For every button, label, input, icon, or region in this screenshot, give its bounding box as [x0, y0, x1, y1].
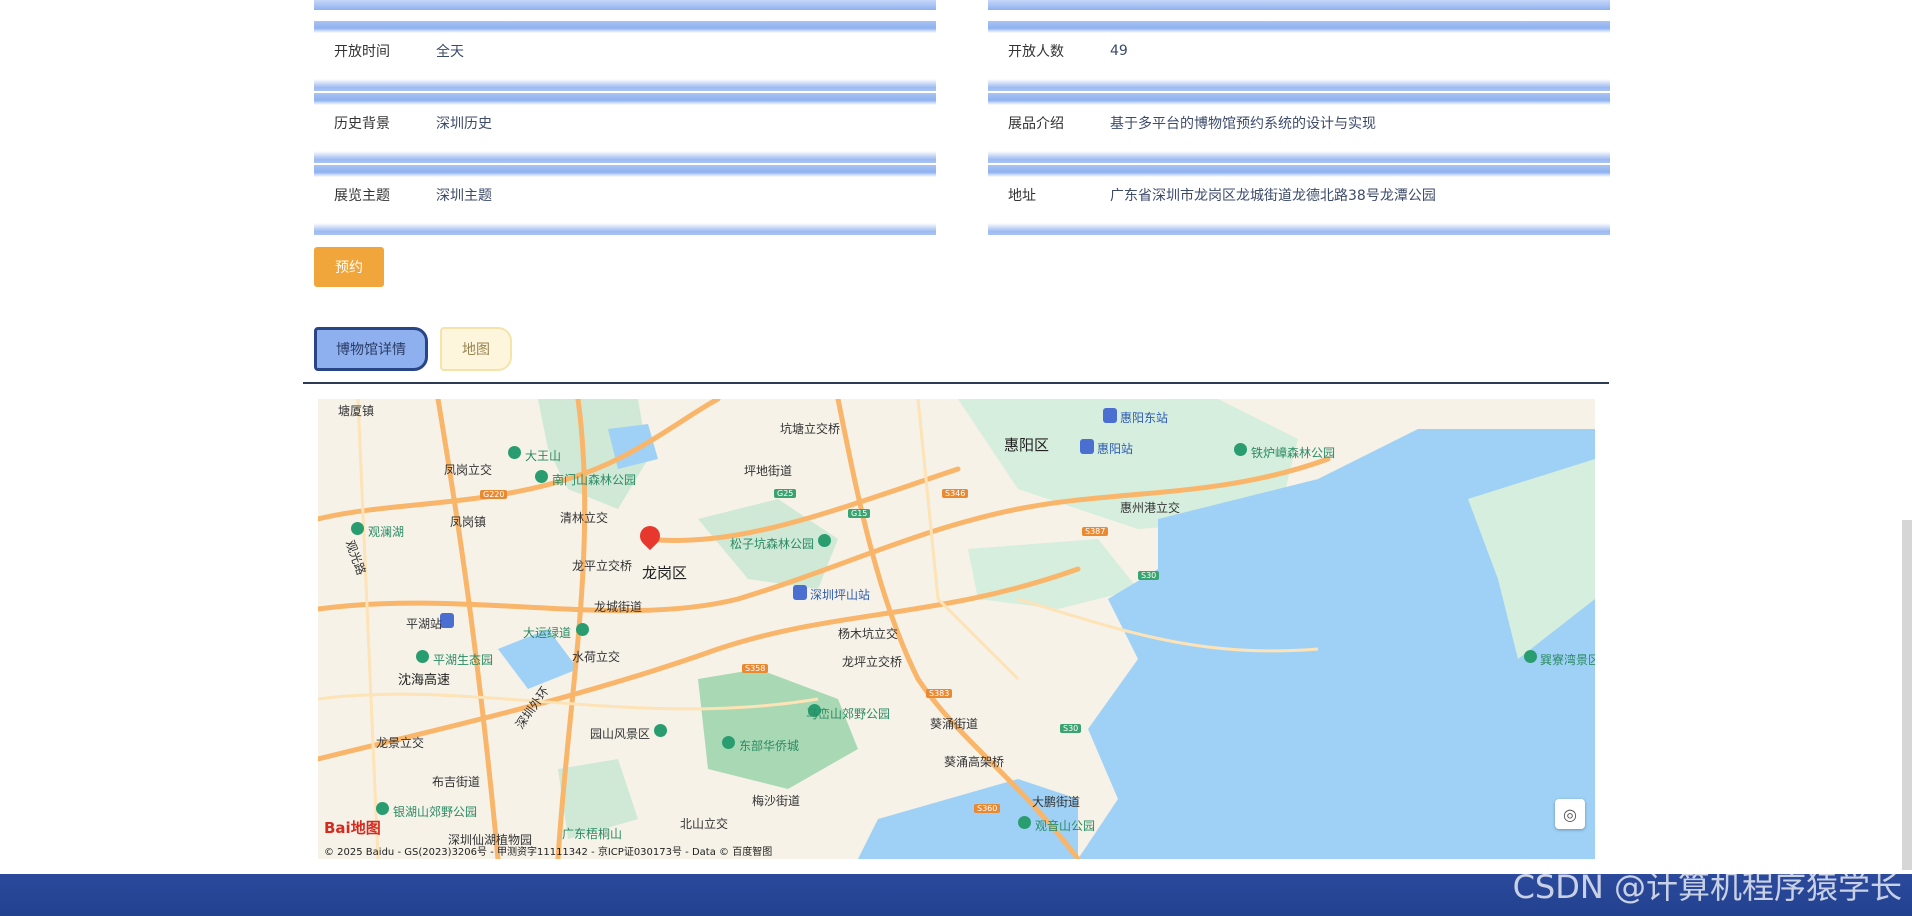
locate-icon[interactable]: ◎ [1555, 799, 1585, 829]
station-icon [1103, 408, 1117, 423]
map-place-label: 银湖山郊野公园 [393, 805, 478, 819]
poi-icon [535, 470, 548, 483]
map-place-label: 沈海高速 [398, 673, 451, 688]
road-badge: G15 [848, 509, 871, 518]
map-place-label: 坪地街道 [744, 464, 793, 478]
poi-icon [818, 534, 831, 547]
map-place-label: 松子坑森林公园 [730, 537, 815, 551]
detail-label: 开放人数 [1008, 44, 1064, 60]
detail-row-theme: 展览主题 深圳主题 [314, 165, 936, 235]
map-place-label: 大鹏街道 [1032, 795, 1081, 809]
map-place-label: 惠阳站 [1097, 442, 1134, 456]
detail-row-history: 历史背景 深圳历史 [314, 93, 936, 163]
scrollbar[interactable] [1902, 520, 1912, 870]
station-icon [440, 613, 454, 628]
detail-label: 展览主题 [334, 188, 390, 204]
map-place-label: 杨木坑立交 [838, 627, 899, 641]
road-badge: S346 [942, 489, 969, 498]
poi-icon [1234, 443, 1247, 456]
detail-row-address: 地址 广东省深圳市龙岗区龙城街道龙德北路38号龙潭公园 [988, 165, 1610, 235]
poi-icon [576, 623, 589, 636]
map-place-label: 龙坪立交桥 [842, 655, 903, 669]
map-place-label: 凤岗镇 [450, 515, 487, 529]
map-place-label: 大王山 [525, 449, 562, 463]
detail-value: 深圳主题 [436, 188, 492, 204]
map-place-label: 马峦山郊野公园 [806, 707, 891, 721]
map-place-label: 凤岗立交 [444, 463, 493, 477]
map-place-label: 大运绿道 [523, 626, 572, 640]
map-place-label: 园山风景区 [590, 727, 651, 741]
road-badge: G25 [774, 489, 797, 498]
detail-value: 广东省深圳市龙岗区龙城街道龙德北路38号龙潭公园 [1110, 188, 1436, 204]
map-place-label: 塘厦镇 [338, 404, 375, 418]
detail-row-exhibits: 展品介绍 基于多平台的博物馆预约系统的设计与实现 [988, 93, 1610, 163]
detail-value: 基于多平台的博物馆预约系统的设计与实现 [1110, 116, 1376, 132]
map-place-label: 坑塘立交桥 [780, 422, 841, 436]
map-place-label: 深圳坪山站 [810, 588, 871, 602]
detail-row-capacity: 开放人数 49 [988, 21, 1610, 91]
map-place-label: 布吉街道 [432, 775, 481, 789]
map-background [318, 399, 1595, 859]
watermark: CSDN @计算机程序猿学长 [1512, 868, 1902, 906]
detail-label: 历史背景 [334, 116, 390, 132]
tab-map[interactable]: 地图 [440, 327, 512, 371]
map-district-label: 惠阳区 [1004, 436, 1050, 454]
poi-icon [1018, 816, 1031, 829]
map-place-label: 南门山森林公园 [552, 473, 637, 487]
row-top-strip-left [314, 0, 936, 10]
tab-divider [303, 382, 1609, 384]
map-place-label: 北山立交 [680, 817, 729, 831]
detail-label: 地址 [1008, 188, 1036, 204]
road-badge: S30 [1060, 724, 1082, 733]
road-badge: S387 [1082, 527, 1109, 536]
map-place-label: 惠阳东站 [1120, 411, 1169, 425]
poi-icon [1524, 650, 1537, 663]
map-place-label: 东部华侨城 [739, 739, 800, 753]
map-place-label: 葵涌街道 [930, 717, 979, 731]
baidu-map-logo: Bai地图 [324, 819, 381, 837]
map-place-label: 龙景立交 [376, 736, 425, 750]
poi-icon [722, 736, 735, 749]
map-view[interactable]: 龙岗区 惠阳区 塘厦镇 凤岗立交 大王山 南门山森林公园 凤岗镇 观澜湖 清林立… [318, 399, 1595, 859]
detail-label: 开放时间 [334, 44, 390, 60]
poi-icon [351, 522, 364, 535]
row-top-strip-right [988, 0, 1610, 10]
map-place-label: 铁炉嶂森林公园 [1251, 446, 1336, 460]
poi-icon [376, 802, 389, 815]
map-place-label: 巽寮湾景区 [1540, 653, 1595, 667]
road-badge: S358 [742, 664, 769, 673]
reserve-button[interactable]: 预约 [314, 247, 384, 287]
map-place-label: 清林立交 [560, 511, 609, 525]
map-place-label: 龙平立交桥 [572, 559, 633, 573]
tab-museum-details[interactable]: 博物馆详情 [314, 327, 428, 371]
map-place-label: 观澜湖 [368, 525, 405, 539]
map-place-label: 惠州港立交 [1120, 501, 1181, 515]
map-place-label: 广东梧桐山 [562, 827, 623, 841]
detail-value: 深圳历史 [436, 116, 492, 132]
map-place-label: 葵涌高架桥 [944, 755, 1005, 769]
road-badge: G220 [480, 490, 508, 499]
map-place-label: 平湖站 [406, 617, 443, 631]
road-badge: S30 [1138, 571, 1160, 580]
map-place-label: 龙城街道 [594, 600, 643, 614]
map-place-label: 观音山公园 [1035, 819, 1096, 833]
poi-icon [654, 724, 667, 737]
station-icon [793, 585, 807, 600]
map-place-label: 水荷立交 [572, 650, 621, 664]
station-icon [1080, 439, 1094, 454]
map-district-label: 龙岗区 [642, 564, 688, 582]
detail-row-open-time: 开放时间 全天 [314, 21, 936, 91]
map-place-label: 平湖生态园 [433, 653, 494, 667]
road-badge: S383 [926, 689, 953, 698]
detail-value: 全天 [436, 44, 464, 60]
map-copyright: © 2025 Baidu - GS(2023)3206号 - 甲测资字11111… [324, 847, 773, 858]
map-place-label: 梅沙街道 [752, 794, 801, 808]
detail-value: 49 [1110, 43, 1128, 59]
poi-icon [508, 446, 521, 459]
road-badge: S360 [974, 804, 1001, 813]
poi-icon [416, 650, 429, 663]
detail-label: 展品介绍 [1008, 116, 1064, 132]
